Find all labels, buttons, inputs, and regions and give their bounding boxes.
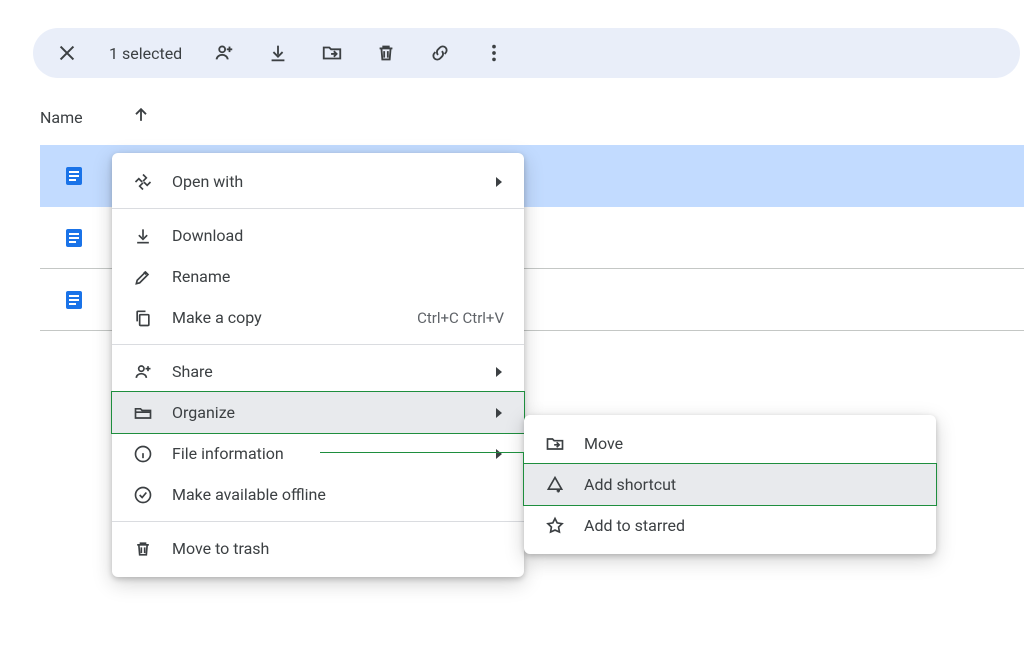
menu-open-with[interactable]: Open with	[112, 161, 524, 202]
menu-label: Rename	[172, 267, 230, 286]
rename-icon	[132, 266, 154, 288]
menu-separator	[112, 208, 524, 209]
docs-file-icon	[62, 288, 86, 312]
menu-label: Move to trash	[172, 539, 269, 558]
move-to-folder-icon[interactable]	[320, 41, 344, 65]
menu-download[interactable]: Download	[112, 215, 524, 256]
trash-icon	[132, 538, 154, 560]
column-header: Name	[40, 105, 151, 129]
menu-file-information[interactable]: File information	[112, 433, 524, 474]
more-vert-icon[interactable]	[482, 41, 506, 65]
add-shortcut-icon	[544, 474, 566, 496]
copy-icon	[132, 307, 154, 329]
menu-label: Make available offline	[172, 485, 326, 504]
download-icon	[132, 225, 154, 247]
docs-file-icon	[62, 164, 86, 188]
submenu-add-shortcut[interactable]: Add shortcut	[524, 464, 936, 505]
submenu-label: Add to starred	[584, 516, 685, 535]
share-person-icon[interactable]	[212, 41, 236, 65]
chevron-right-icon	[494, 362, 504, 381]
menu-label: Organize	[172, 403, 235, 422]
star-icon	[544, 515, 566, 537]
chevron-right-icon	[494, 444, 504, 463]
submenu-label: Add shortcut	[584, 475, 676, 494]
column-name-label[interactable]: Name	[40, 108, 83, 127]
folder-open-icon	[132, 402, 154, 424]
menu-available-offline[interactable]: Make available offline	[112, 474, 524, 515]
docs-file-icon	[62, 226, 86, 250]
link-icon[interactable]	[428, 41, 452, 65]
close-icon[interactable]	[55, 41, 79, 65]
menu-separator	[112, 521, 524, 522]
share-person-icon	[132, 361, 154, 383]
menu-move-to-trash[interactable]: Move to trash	[112, 528, 524, 569]
chevron-right-icon	[494, 172, 504, 191]
menu-shortcut: Ctrl+C Ctrl+V	[417, 309, 504, 327]
selection-toolbar: 1 selected	[33, 28, 1020, 78]
sort-ascending-icon[interactable]	[131, 105, 151, 129]
menu-separator	[112, 344, 524, 345]
selection-count: 1 selected	[109, 44, 182, 63]
submenu-add-to-starred[interactable]: Add to starred	[524, 505, 936, 546]
menu-label: Make a copy	[172, 308, 262, 327]
info-icon	[132, 443, 154, 465]
menu-make-copy[interactable]: Make a copy Ctrl+C Ctrl+V	[112, 297, 524, 338]
menu-label: Open with	[172, 172, 243, 191]
chevron-right-icon	[494, 403, 504, 422]
menu-rename[interactable]: Rename	[112, 256, 524, 297]
offline-icon	[132, 484, 154, 506]
trash-icon[interactable]	[374, 41, 398, 65]
open-with-icon	[132, 171, 154, 193]
context-menu: Open with Download Rename Make a copy Ct…	[112, 153, 524, 577]
menu-label: File information	[172, 444, 284, 463]
move-to-folder-icon	[544, 433, 566, 455]
submenu-label: Move	[584, 434, 623, 453]
menu-label: Share	[172, 362, 213, 381]
organize-submenu: Move Add shortcut Add to starred	[524, 415, 936, 554]
menu-organize[interactable]: Organize	[112, 392, 524, 433]
download-icon[interactable]	[266, 41, 290, 65]
menu-share[interactable]: Share	[112, 351, 524, 392]
submenu-move[interactable]: Move	[524, 423, 936, 464]
menu-label: Download	[172, 226, 243, 245]
